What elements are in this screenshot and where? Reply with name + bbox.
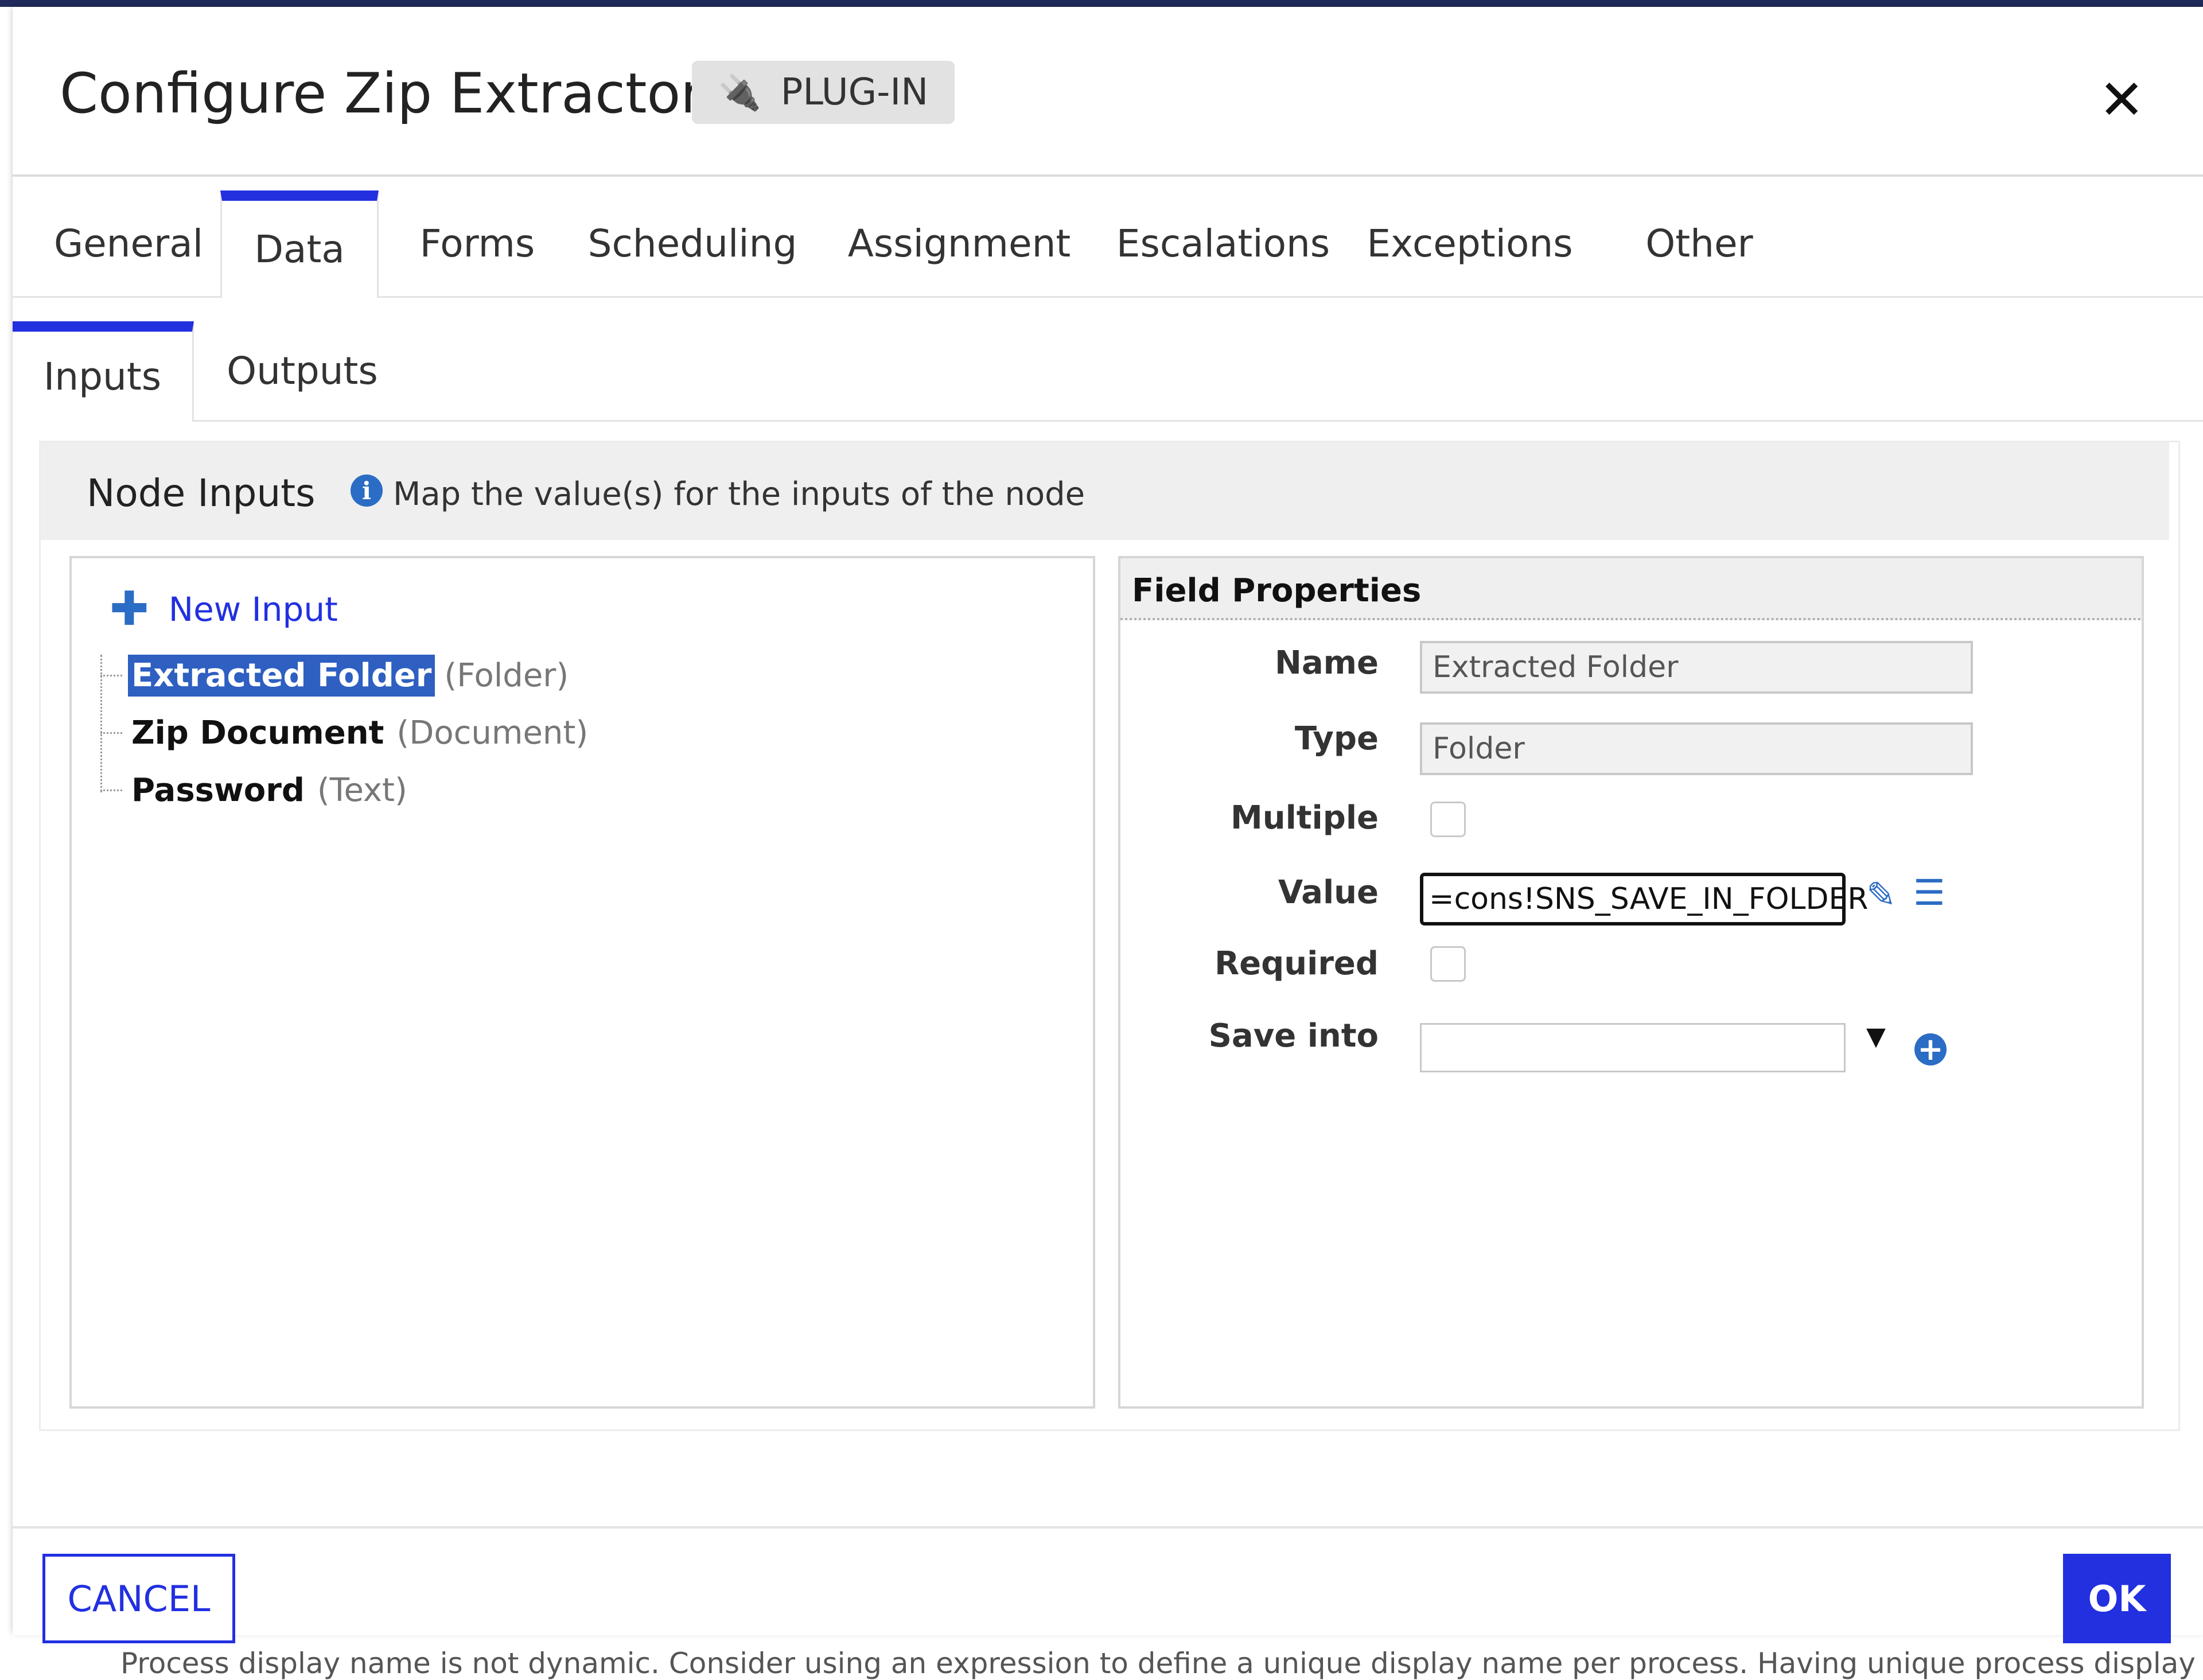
tab-other[interactable]: Other xyxy=(1619,190,1780,296)
subtab-outputs[interactable]: Outputs xyxy=(208,321,397,420)
node-inputs-header: Node Inputs i Map the value(s) for the i… xyxy=(41,442,2169,540)
value-field[interactable]: =cons!SNS_SAVE_IN_FOLDER xyxy=(1420,873,1869,925)
name-field[interactable]: Extracted Folder xyxy=(1420,641,1973,694)
close-icon[interactable]: ✕ xyxy=(2099,68,2144,132)
value-expression: =cons!SNS_SAVE_IN_FOLDER xyxy=(1429,882,1869,916)
tree-item-extracted-folder[interactable]: Extracted Folder (Folder) xyxy=(100,655,569,697)
tree-item-password[interactable]: Password (Text) xyxy=(100,769,407,811)
ok-button[interactable]: OK xyxy=(2063,1554,2171,1643)
plugin-badge: 🔌 PLUG-IN xyxy=(692,61,955,124)
field-properties-header: Field Properties xyxy=(1120,558,2142,620)
new-input-button[interactable]: ✚ New Input xyxy=(110,586,338,633)
value-label: Value xyxy=(1278,874,1379,911)
list-icon[interactable]: ☰ xyxy=(1913,875,1945,911)
multiple-label: Multiple xyxy=(1230,799,1379,837)
chevron-down-icon[interactable]: ▼ xyxy=(1866,1022,1886,1051)
tab-data[interactable]: Data xyxy=(220,190,379,298)
tree-item-name: Password xyxy=(131,772,305,809)
field-properties-panel: Field Properties Name Extracted Folder T… xyxy=(1118,556,2144,1409)
background-top-bar xyxy=(0,0,2203,7)
add-circle-icon[interactable]: + xyxy=(1914,1033,1947,1065)
background-warning-text: Process display name is not dynamic. Con… xyxy=(120,1647,2203,1680)
required-checkbox[interactable] xyxy=(1430,946,1466,982)
tab-forms[interactable]: Forms xyxy=(391,190,563,296)
tree-branch-line xyxy=(100,675,122,676)
plus-icon: ✚ xyxy=(110,582,149,636)
tree-branch-line xyxy=(100,790,122,791)
required-label: Required xyxy=(1215,945,1379,982)
dialog-title: Configure Zip Extractor xyxy=(60,61,703,126)
tree-branch-line xyxy=(100,732,122,734)
plugin-badge-label: PLUG-IN xyxy=(780,71,929,114)
info-icon: i xyxy=(351,475,383,507)
field-properties-title: Field Properties xyxy=(1132,572,1422,609)
node-inputs-panel: Node Inputs i Map the value(s) for the i… xyxy=(39,441,2180,1431)
tree-item-name: Zip Document xyxy=(131,714,384,752)
tree-item-name: Extracted Folder xyxy=(128,655,435,697)
new-input-label: New Input xyxy=(168,590,338,629)
tab-exceptions[interactable]: Exceptions xyxy=(1355,190,1585,296)
cancel-button[interactable]: CANCEL xyxy=(42,1554,235,1643)
type-label: Type xyxy=(1294,720,1379,757)
dialog-footer: CANCEL OK xyxy=(13,1526,2203,1643)
tree-item-type: (Text) xyxy=(317,772,407,809)
save-into-field[interactable] xyxy=(1420,1023,1846,1072)
tree-item-type: (Document) xyxy=(396,714,589,752)
tab-general[interactable]: General xyxy=(37,190,220,296)
inputs-tree: ✚ New Input Extracted Folder (Folder) Zi… xyxy=(69,556,1095,1409)
data-subtabs: Inputs Outputs xyxy=(13,321,2203,422)
type-field[interactable]: Folder xyxy=(1420,722,1973,775)
multiple-checkbox[interactable] xyxy=(1430,802,1466,837)
tree-item-zip-document[interactable]: Zip Document (Document) xyxy=(100,712,588,754)
node-inputs-description: Map the value(s) for the inputs of the n… xyxy=(393,476,1085,513)
tab-scheduling[interactable]: Scheduling xyxy=(581,190,804,296)
main-tabs: General Data Forms Scheduling Assignment… xyxy=(13,190,2203,298)
node-inputs-title: Node Inputs xyxy=(87,471,316,515)
edit-expression-icon[interactable]: ✎ xyxy=(1866,877,1896,913)
tab-escalations[interactable]: Escalations xyxy=(1103,190,1344,296)
tab-assignment[interactable]: Assignment xyxy=(839,190,1080,296)
name-label: Name xyxy=(1275,644,1379,682)
subtab-inputs[interactable]: Inputs xyxy=(13,321,194,422)
plug-icon: 🔌 xyxy=(718,72,761,113)
tree-item-type: (Folder) xyxy=(444,657,569,694)
configure-dialog: Configure Zip Extractor 🔌 PLUG-IN ✕ Gene… xyxy=(13,7,2203,1643)
dialog-header: Configure Zip Extractor 🔌 PLUG-IN ✕ xyxy=(13,7,2203,177)
save-into-label: Save into xyxy=(1208,1017,1379,1055)
